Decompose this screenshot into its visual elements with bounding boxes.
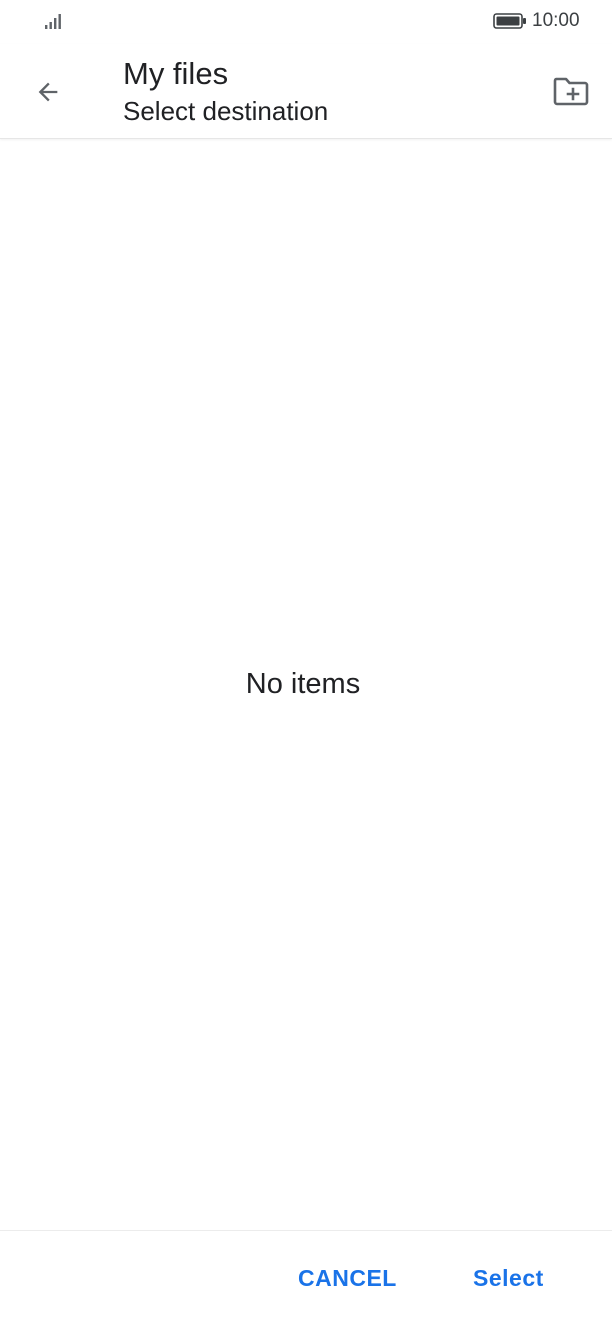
back-button[interactable] bbox=[24, 68, 72, 116]
select-button[interactable]: Select bbox=[473, 1263, 544, 1293]
cancel-button[interactable]: CANCEL bbox=[298, 1263, 397, 1293]
status-time: 10:00 bbox=[532, 10, 580, 31]
page-subtitle: Select destination bbox=[123, 96, 329, 126]
battery-icon bbox=[493, 13, 526, 29]
signal-icon bbox=[45, 14, 61, 29]
empty-state-message: No items bbox=[245, 668, 361, 700]
arrow-back-icon bbox=[38, 82, 58, 102]
app-bar: My files Select destination bbox=[0, 44, 612, 139]
create-new-folder-icon bbox=[553, 77, 589, 106]
new-folder-button[interactable] bbox=[546, 66, 596, 116]
file-list-area: No items bbox=[0, 139, 612, 1230]
action-bar: CANCEL Select bbox=[0, 1230, 612, 1327]
page-title: My files bbox=[123, 56, 229, 91]
status-bar: 10:00 bbox=[0, 0, 612, 44]
